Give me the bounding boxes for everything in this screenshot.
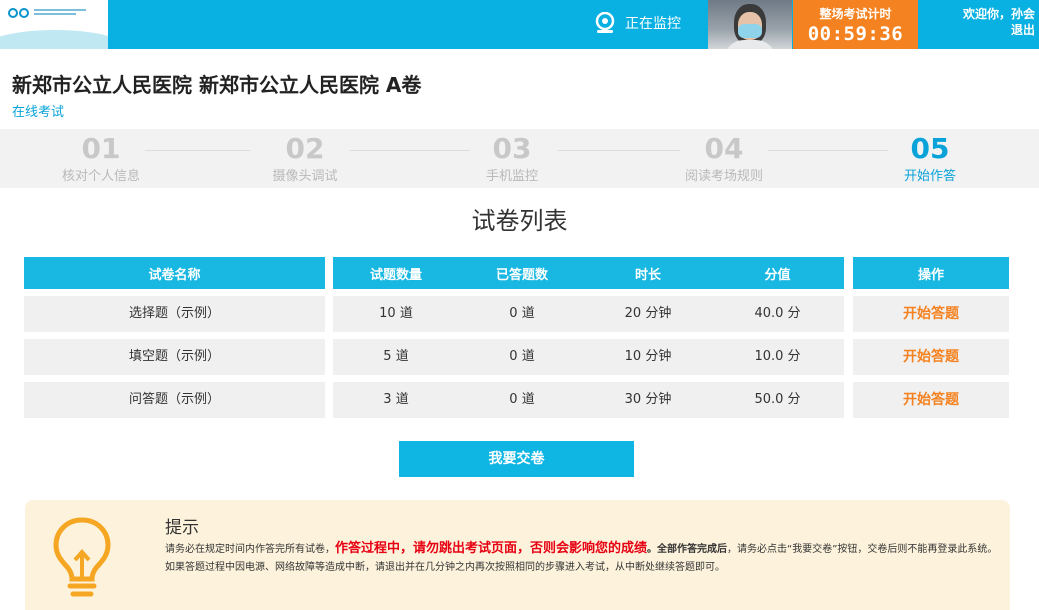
step-4: 04 阅读考场规则 [649, 132, 799, 185]
table-row: 3 道 0 道 30 分钟 50.0 分 [333, 382, 844, 418]
score: 50.0 分 [754, 392, 801, 407]
duration: 10 分钟 [624, 349, 672, 364]
score: 40.0 分 [754, 306, 801, 321]
paper-name: 问答题（示例） [128, 392, 220, 407]
step-connector [768, 150, 888, 151]
webcam-preview [708, 0, 792, 49]
step-connector [350, 150, 470, 151]
step-label: 核对个人信息 [61, 169, 140, 184]
logout-link[interactable]: 退出 [923, 22, 1035, 38]
top-bar: 正在监控 整场考试计时 00:59:36 欢迎你，孙会 退出 [0, 0, 1039, 49]
lightbulb-icon [53, 517, 111, 597]
answered-count: 0 道 [509, 349, 535, 364]
timer-label: 整场考试计时 [819, 7, 892, 21]
column-header-name: 试卷名称 [24, 257, 325, 289]
welcome-text: 欢迎你，孙会 [962, 7, 1035, 21]
webcam-icon [595, 12, 615, 33]
tips-bold: 。全部作答完成后 [647, 544, 728, 555]
step-number: 01 [81, 132, 121, 165]
start-answer-button[interactable]: 开始答题 [853, 339, 1009, 375]
answered-count: 0 道 [509, 306, 535, 321]
table-row: 10 道 0 道 20 分钟 40.0 分 [333, 296, 844, 332]
question-count: 3 道 [383, 392, 409, 407]
step-label: 摄像头调试 [272, 169, 338, 184]
monitor-label: 正在监控 [625, 16, 681, 32]
start-answer-button[interactable]: 开始答题 [853, 382, 1009, 418]
logo-mark-icon [8, 8, 29, 18]
exam-timer: 整场考试计时 00:59:36 [793, 0, 918, 49]
start-answer-button[interactable]: 开始答题 [853, 296, 1009, 332]
paper-list-title: 试卷列表 [471, 207, 568, 235]
step-number: 02 [285, 132, 325, 165]
page-subtitle: 在线考试 [12, 105, 65, 120]
step-connector [145, 150, 250, 151]
table-row: 5 道 0 道 10 分钟 10.0 分 [333, 339, 844, 375]
column-header-action: 操作 [853, 257, 1009, 289]
answered-count: 0 道 [509, 392, 535, 407]
step-3: 03 手机监控 [437, 132, 587, 185]
tips-warning: 作答过程中，请勿跳出考试页面，否则会影响您的成绩 [335, 541, 648, 556]
step-number: 05 [910, 132, 950, 165]
step-number: 03 [492, 132, 532, 165]
step-1: 01 核对个人信息 [26, 132, 176, 185]
duration: 30 分钟 [624, 392, 672, 407]
progress-steps: 01 核对个人信息 02 摄像头调试 03 手机监控 04 阅读考场规则 05 … [0, 129, 1039, 188]
column-header-score: 分值 [764, 267, 791, 283]
column-header-count: 试题数量 [369, 267, 422, 283]
timer-value: 00:59:36 [807, 23, 904, 45]
column-header-answered: 已答题数 [495, 267, 548, 283]
logo-text-graphic [34, 7, 86, 17]
tips-text-1: 请务必在规定时间内作答完所有试卷， [165, 544, 335, 555]
score: 10.0 分 [754, 349, 801, 364]
step-label: 开始作答 [903, 169, 956, 184]
duration: 20 分钟 [624, 306, 672, 321]
paper-name: 填空题（示例） [128, 349, 220, 364]
step-label: 阅读考场规则 [684, 169, 763, 184]
step-connector [558, 150, 680, 151]
tips-title: 提示 [165, 518, 199, 538]
user-welcome: 欢迎你，孙会 退出 [923, 6, 1035, 38]
monitor-status: 正在监控 [593, 11, 681, 35]
table-row: 选择题（示例） [24, 296, 325, 332]
paper-name: 选择题（示例） [128, 306, 220, 321]
step-2: 02 摄像头调试 [230, 132, 380, 185]
question-count: 5 道 [383, 349, 409, 364]
column-header-duration: 时长 [634, 267, 661, 283]
tips-panel: 提示 请务必在规定时间内作答完所有试卷，作答过程中，请勿跳出考试页面，否则会影响… [25, 500, 1010, 610]
step-5: 05 开始作答 [855, 132, 1005, 185]
table-row: 填空题（示例） [24, 339, 325, 375]
tips-text: 请务必在规定时间内作答完所有试卷，作答过程中，请勿跳出考试页面，否则会影响您的成… [165, 540, 1005, 577]
step-label: 手机监控 [485, 169, 538, 184]
logo [0, 0, 108, 49]
page-title: 新郑市公立人民医院 新郑市公立人民医院 A卷 [12, 73, 422, 97]
question-count: 10 道 [379, 306, 413, 321]
table-row: 问答题（示例） [24, 382, 325, 418]
submit-paper-button[interactable]: 我要交卷 [399, 441, 634, 477]
step-number: 04 [704, 132, 744, 165]
